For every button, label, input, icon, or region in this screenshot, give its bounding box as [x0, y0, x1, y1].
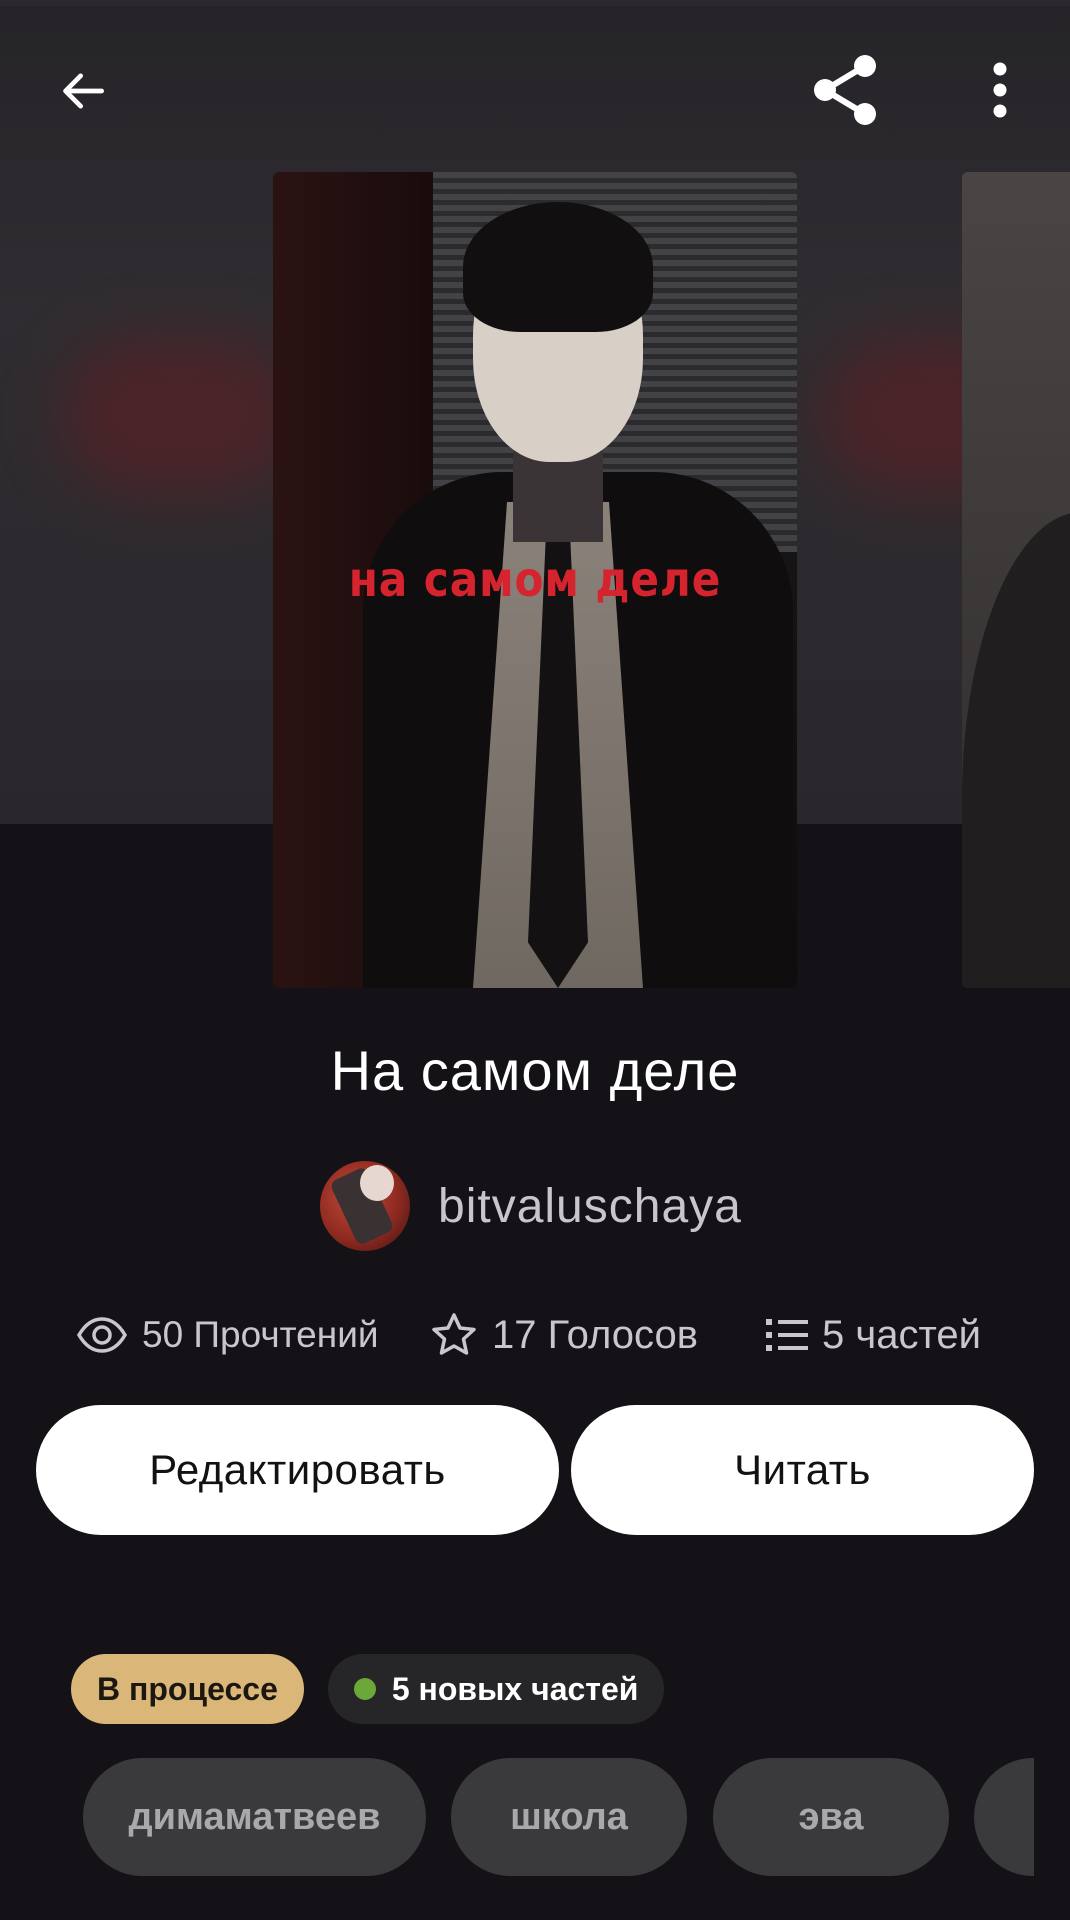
author-name: bitvaluschaya	[438, 1179, 742, 1233]
votes-count: 17 Голосов	[492, 1312, 698, 1357]
read-button[interactable]: Читать	[571, 1405, 1034, 1535]
parts-stat[interactable]: 5 частей	[766, 1300, 981, 1370]
arrow-left-icon	[63, 73, 104, 109]
votes-stat: 17 Голосов	[430, 1300, 698, 1370]
story-title: На самом деле	[330, 1039, 740, 1102]
eye-icon	[76, 1317, 128, 1353]
share-icon	[814, 55, 876, 125]
story-stats: 50 Прочтений 17 Голосов 5 частей	[0, 1300, 1070, 1370]
new-parts-label: 5 новых частей	[391, 1670, 639, 1707]
tag-chip[interactable]: школа	[451, 1758, 687, 1876]
share-button[interactable]	[800, 45, 890, 135]
new-parts-badge: 5 новых частей	[327, 1654, 665, 1724]
new-indicator-dot	[353, 1678, 376, 1700]
edit-button[interactable]: Редактировать	[36, 1405, 559, 1535]
parts-count: 5 частей	[822, 1312, 981, 1357]
cover-title-text: на самом деле	[348, 552, 722, 608]
list-icon	[766, 1317, 808, 1353]
author-link[interactable]: bitvaluschaya	[320, 1160, 742, 1252]
avatar	[320, 1161, 410, 1251]
more-options-button[interactable]	[960, 45, 1040, 135]
back-button[interactable]	[38, 46, 128, 136]
story-badges: В процессе 5 новых частей	[71, 1654, 665, 1724]
reads-stat: 50 Прочтений	[76, 1300, 379, 1370]
tag-list: димаматвеев школа эва	[83, 1758, 1070, 1876]
tag-chip-partial[interactable]	[974, 1758, 1034, 1876]
next-story-cover[interactable]	[962, 172, 1070, 988]
status-badge: В процессе	[71, 1654, 304, 1724]
tag-chip[interactable]: эва	[713, 1758, 949, 1876]
more-vertical-icon	[993, 62, 1007, 118]
reads-count: 50 Прочтений	[142, 1314, 379, 1355]
story-cover[interactable]: на самом деле	[273, 172, 797, 988]
star-icon	[430, 1311, 478, 1359]
tag-chip[interactable]: димаматвеев	[83, 1758, 426, 1876]
